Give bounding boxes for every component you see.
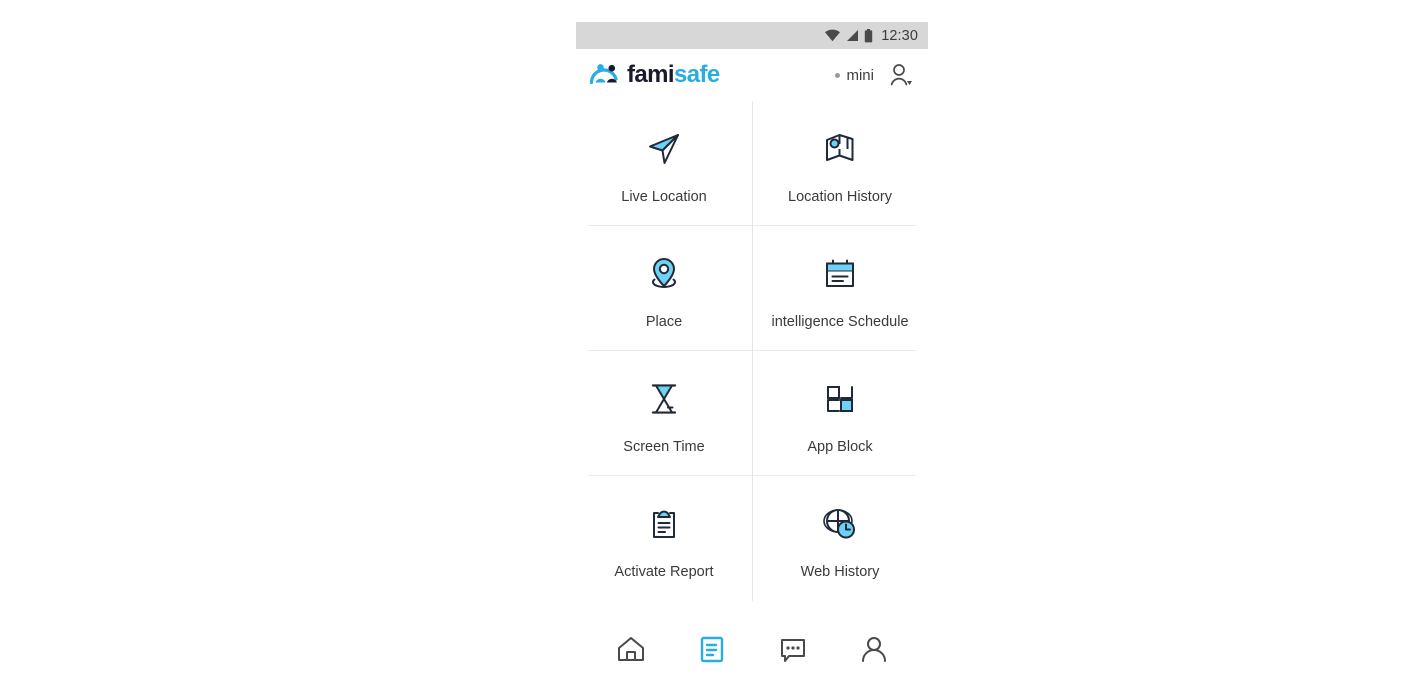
brand-wordmark: famisafe (627, 63, 720, 87)
home-icon (615, 633, 647, 670)
status-time: 12:30 (881, 27, 918, 44)
grid-vertical-divider (752, 101, 753, 601)
feature-label: Place (645, 313, 683, 330)
person-icon (858, 633, 890, 670)
feature-card-screen-time[interactable]: Screen Time (576, 351, 752, 476)
globe-clock-icon (818, 497, 862, 551)
feature-label: Web History (800, 563, 880, 580)
page-root: 12:30 famisafe mini Live Location Locati… (0, 0, 1422, 689)
account-name-label: mini (846, 66, 874, 84)
feature-label: Activate Report (614, 563, 714, 580)
document-icon (696, 633, 728, 670)
famisafe-logo-icon (589, 62, 620, 89)
feature-card-location-history[interactable]: Location History (752, 101, 928, 226)
wifi-icon (824, 29, 841, 42)
feature-card-live-location[interactable]: Live Location (576, 101, 752, 226)
nav-item-profile[interactable] (846, 628, 902, 674)
feature-grid-container: Live Location Location History Place int… (576, 101, 928, 620)
brand-logo: famisafe (589, 62, 720, 89)
folded-map-icon (818, 122, 862, 176)
person-dropdown-icon[interactable] (888, 63, 914, 87)
feature-grid: Live Location Location History Place int… (576, 101, 928, 601)
hourglass-icon (642, 372, 686, 426)
feature-label: intelligence Schedule (771, 313, 909, 330)
brand-word-safe: safe (673, 61, 720, 88)
clipboard-icon (642, 497, 686, 551)
brand-word-fami: fami (627, 61, 675, 88)
map-pin-icon (642, 247, 686, 301)
status-bar: 12:30 (576, 22, 928, 49)
paper-plane-icon (642, 122, 686, 176)
feature-label: Location History (788, 188, 892, 205)
signal-icon (846, 29, 859, 42)
feature-card-web-history[interactable]: Web History (752, 476, 928, 601)
feature-card-app-block[interactable]: App Block (752, 351, 928, 476)
app-header: famisafe mini (576, 49, 928, 101)
feature-label: Screen Time (623, 438, 705, 455)
feature-label: App Block (807, 438, 873, 455)
feature-card-intelligence-schedule[interactable]: intelligence Schedule (752, 226, 928, 351)
chat-icon (777, 633, 809, 670)
grid-squares-icon (818, 372, 862, 426)
feature-card-activate-report[interactable]: Activate Report (576, 476, 752, 601)
nav-item-chat[interactable] (765, 628, 821, 674)
phone-viewport: 12:30 famisafe mini Live Location Locati… (576, 22, 928, 682)
battery-icon (864, 28, 873, 43)
account-selector[interactable]: mini (835, 67, 874, 84)
feature-label: Live Location (621, 188, 707, 205)
feature-card-place[interactable]: Place (576, 226, 752, 351)
nav-item-home[interactable] (603, 628, 659, 674)
calendar-icon (818, 247, 862, 301)
account-status-dot (835, 72, 841, 78)
header-actions: mini (835, 63, 914, 87)
bottom-navigation (576, 620, 928, 682)
nav-item-report[interactable] (684, 628, 740, 674)
